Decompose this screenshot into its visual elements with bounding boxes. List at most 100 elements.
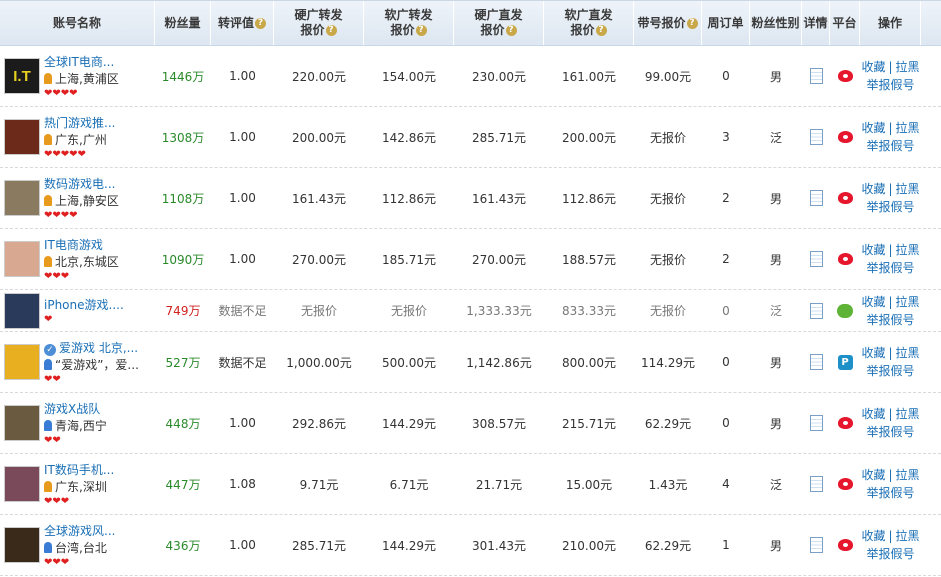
help-icon[interactable]: ? [325,25,337,36]
detail-doc-icon[interactable] [809,537,823,553]
soft-direct-price: 112.86元 [562,191,616,206]
report-fake-link[interactable]: 举报假号 [866,486,914,500]
rating-hearts: ❤❤❤❤ [44,87,78,99]
report-fake-link[interactable]: 举报假号 [866,200,914,214]
detail-doc-icon[interactable] [809,302,823,319]
blacklist-link[interactable]: 拉黑 [896,407,920,421]
report-fake-link[interactable]: 举报假号 [866,261,914,275]
header-repost-eval[interactable]: 转评值? [211,1,274,45]
soft-repost-price: 185.71元 [382,252,436,267]
soft-direct-price: 188.57元 [562,252,616,267]
favorite-link[interactable]: 收藏 [861,468,885,482]
account-name-link[interactable]: 热门游戏推... [44,116,115,130]
avatar[interactable] [4,241,40,277]
header-account[interactable]: 账号名称 [0,1,155,45]
fan-gender: 男 [769,416,782,431]
female-icon [44,480,52,492]
account-cell: 数码游戏电... 上海,静安区 ❤❤❤❤ [0,168,155,228]
avatar[interactable] [4,292,40,329]
help-icon[interactable]: ? [505,25,517,36]
avatar[interactable] [4,119,40,155]
fans-count: 448万 [165,416,201,431]
repost-eval: 1.00 [229,252,256,266]
table-body: I.T 全球IT电商... 上海,黄浦区 ❤❤❤❤ 1446万 1.00 220.00元 15… [0,46,941,576]
hard-repost-price: 200.00元 [292,130,346,145]
help-icon[interactable]: ? [595,25,607,36]
lead-price: 无报价 [649,252,686,267]
help-icon[interactable]: ? [415,25,427,36]
header-soft-direct[interactable]: 软广直发 报价? [544,1,634,45]
favorite-link[interactable]: 收藏 [861,295,885,309]
help-icon[interactable]: ? [686,17,698,29]
rating-hearts: ❤❤❤❤ [44,209,78,221]
soft-repost-price: 112.86元 [382,191,436,206]
header-hard-repost[interactable]: 硬广转发 报价? [274,1,364,45]
blacklist-link[interactable]: 拉黑 [896,243,920,257]
header-soft-repost[interactable]: 软广转发 报价? [364,1,454,45]
account-name-link[interactable]: 全球IT电商... [44,55,114,69]
account-location: 北京,东城区 [55,254,119,269]
rating-hearts: ❤❤❤ [44,495,70,507]
report-fake-link[interactable]: 举报假号 [866,139,914,153]
favorite-link[interactable]: 收藏 [861,346,885,360]
favorite-link[interactable]: 收藏 [861,243,885,257]
hard-repost-price: 292.86元 [292,416,346,431]
favorite-link[interactable]: 收藏 [861,407,885,421]
account-name-link[interactable]: IT数码手机... [44,463,114,477]
blacklist-link[interactable]: 拉黑 [896,346,920,360]
detail-doc-icon[interactable] [809,129,823,145]
report-fake-link[interactable]: 举报假号 [866,425,914,439]
detail-doc-icon[interactable] [809,251,823,267]
favorite-link[interactable]: 收藏 [861,60,885,74]
report-fake-link[interactable]: 举报假号 [866,547,914,561]
soft-direct-price: 833.33元 [562,304,616,318]
favorite-link[interactable]: 收藏 [861,121,885,135]
header-lead-price[interactable]: 带号报价? [634,1,702,45]
avatar[interactable] [4,405,40,441]
header-fans[interactable]: 粉丝量 [155,1,211,45]
account-name-link[interactable]: iPhone游戏.... [44,298,124,312]
account-location: 青海,西宁 [55,418,107,433]
favorite-link[interactable]: 收藏 [861,182,885,196]
help-icon[interactable]: ? [255,17,266,29]
blacklist-link[interactable]: 拉黑 [896,468,920,482]
header-hard-direct[interactable]: 硬广直发 报价? [454,1,544,45]
lead-price: 无报价 [649,191,686,206]
detail-doc-icon[interactable] [809,68,823,84]
account-table: 账号名称 粉丝量 转评值? 硬广转发 报价? 软广转发 报价? 硬广直发 报价? 软广… [0,0,941,576]
detail-doc-icon[interactable] [809,190,823,206]
report-fake-link[interactable]: 举报假号 [866,313,914,327]
account-name-link[interactable]: 爱游戏 北京,... [59,341,138,355]
account-name-link[interactable]: 数码游戏电... [44,177,115,191]
blacklist-link[interactable]: 拉黑 [896,121,920,135]
hard-repost-price: 1,000.00元 [286,355,352,370]
blacklist-link[interactable]: 拉黑 [896,182,920,196]
blacklist-link[interactable]: 拉黑 [896,295,920,309]
favorite-link[interactable]: 收藏 [861,529,885,543]
detail-doc-icon[interactable] [809,354,823,370]
repost-eval: 1.00 [229,130,256,144]
header-weekly-orders[interactable]: 周订单 [702,1,750,45]
avatar[interactable]: I.T [4,58,40,94]
lead-price: 无报价 [649,304,686,318]
platform-cell [830,168,860,228]
avatar[interactable] [4,527,40,563]
operation-cell: 收藏 | 拉黑 举报假号 [861,294,920,327]
account-cell: 游戏X战队 青海,西宁 ❤❤ [0,393,155,453]
avatar[interactable] [4,466,40,502]
soft-repost-price: 500.00元 [382,355,436,370]
soft-direct-price: 215.71元 [562,416,616,431]
blacklist-link[interactable]: 拉黑 [896,60,920,74]
avatar[interactable] [4,180,40,216]
fans-count: 436万 [165,538,201,553]
account-name-link[interactable]: 全球游戏风... [44,524,115,538]
detail-doc-icon[interactable] [809,415,823,431]
account-name-link[interactable]: 游戏X战队 [44,402,100,416]
report-fake-link[interactable]: 举报假号 [866,78,914,92]
lead-price: 无报价 [649,130,686,145]
report-fake-link[interactable]: 举报假号 [866,364,914,378]
detail-doc-icon[interactable] [809,476,823,492]
account-name-link[interactable]: IT电商游戏 [44,238,103,252]
avatar[interactable] [4,344,40,380]
blacklist-link[interactable]: 拉黑 [896,529,920,543]
